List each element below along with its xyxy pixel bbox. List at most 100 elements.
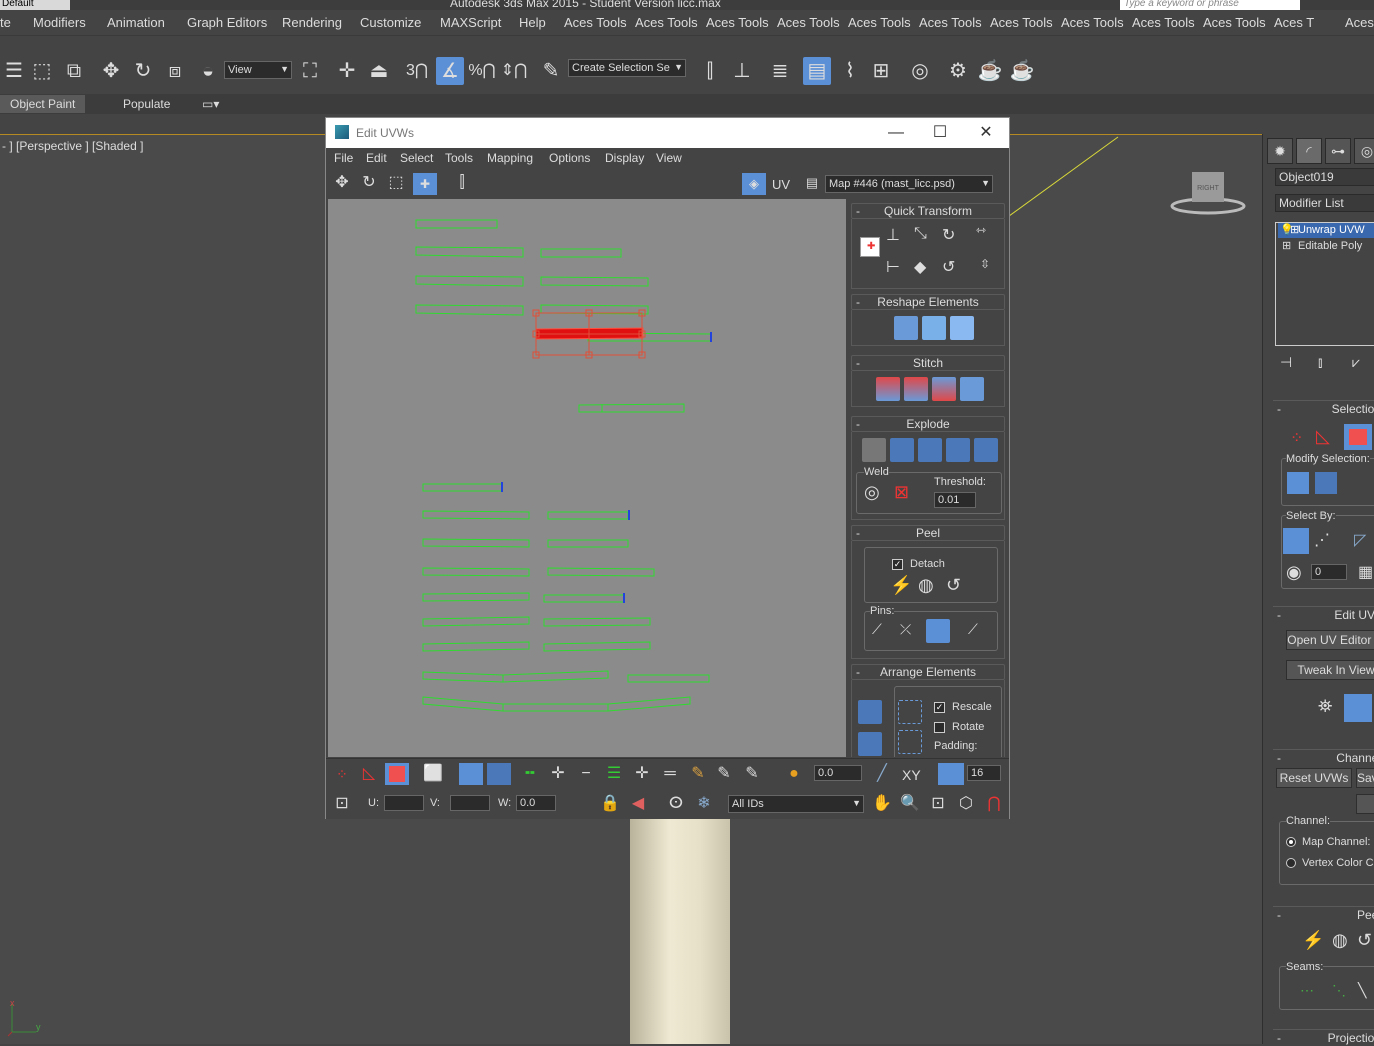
detach-checkbox[interactable]: ✓ bbox=[892, 559, 903, 570]
ring-icon[interactable]: ☰ bbox=[602, 763, 626, 785]
tab-motion[interactable]: ◎ bbox=[1354, 138, 1374, 164]
texture-map-dropdown[interactable]: Map #446 (mast_licc.psd) ▼ bbox=[825, 175, 993, 193]
align-diagonal-icon[interactable]: ⤡ bbox=[914, 225, 938, 249]
snap-icon[interactable]: ⋂ bbox=[982, 793, 1006, 815]
break-icon[interactable] bbox=[946, 438, 970, 462]
straighten-icon[interactable]: ◆ bbox=[914, 257, 938, 281]
stack-item-unwrap-uvw[interactable]: 💡 ⊞ Unwrap UVW bbox=[1278, 223, 1374, 238]
uv-menu-view[interactable]: View bbox=[656, 151, 682, 165]
quick-planar-icon[interactable]: ⛯ bbox=[1318, 696, 1332, 717]
threshold-spinner[interactable]: 0.01 bbox=[934, 492, 976, 508]
u-spinner[interactable] bbox=[384, 795, 424, 811]
peel-mode-icon[interactable]: ◍ bbox=[918, 575, 942, 599]
menu-aces-tools-6[interactable]: Aces Tools bbox=[919, 15, 982, 30]
uv-freeform-button[interactable]: ✚ bbox=[413, 173, 437, 195]
uv-menu-display[interactable]: Display bbox=[605, 151, 644, 165]
edge-sel-to-seams-icon[interactable]: ╲ bbox=[1358, 982, 1366, 999]
arrange-elements-header[interactable]: - Arrange Elements bbox=[851, 664, 1005, 680]
pan-icon[interactable]: ✋ bbox=[870, 793, 894, 815]
menu-aces-tools-7[interactable]: Aces Tools bbox=[990, 15, 1053, 30]
menu-help[interactable]: Help bbox=[519, 15, 546, 30]
edge-select-icon[interactable]: ◺ bbox=[1316, 426, 1330, 447]
menu-maxscript[interactable]: MAXScript bbox=[440, 15, 501, 30]
menu-aces-tools-8[interactable]: Aces Tools bbox=[1061, 15, 1124, 30]
rollout-selection[interactable]: -Selection bbox=[1273, 400, 1374, 416]
target-weld-icon[interactable]: ⊠ bbox=[894, 482, 918, 506]
grow-uv-button[interactable] bbox=[459, 763, 483, 785]
menu-aces-tools-4[interactable]: Aces Tools bbox=[777, 15, 840, 30]
menu-modifiers[interactable]: Modifiers bbox=[33, 15, 86, 30]
rotate-checkbox[interactable] bbox=[934, 722, 945, 733]
flatten-by-smoothing-icon[interactable] bbox=[862, 438, 886, 462]
shrink-uv-button[interactable] bbox=[487, 763, 511, 785]
brush-size-down-icon[interactable]: ✎ bbox=[740, 763, 764, 785]
menu-rendering[interactable]: Rendering bbox=[282, 15, 342, 30]
menu-aces-tools-3[interactable]: Aces Tools bbox=[706, 15, 769, 30]
uv-face-mode-button[interactable] bbox=[385, 763, 409, 785]
pack-in-place-icon[interactable] bbox=[898, 730, 922, 754]
snap-toggle-icon[interactable]: 3⋂ bbox=[403, 57, 431, 85]
shrink-loop-icon[interactable]: − bbox=[574, 763, 598, 785]
brush-size-up-icon[interactable]: ✎ bbox=[712, 763, 736, 785]
shrink-selection-icon[interactable] bbox=[1315, 472, 1337, 494]
loop-icon[interactable]: ╍ bbox=[518, 763, 542, 785]
select-edge-loop-icon[interactable]: ⋰ bbox=[1314, 530, 1330, 550]
uv-editor-titlebar[interactable]: Edit UVWs — ☐ ✕ bbox=[326, 118, 1009, 148]
angle-snap-button[interactable]: ∡ bbox=[436, 57, 464, 85]
menu-aces-tools-10[interactable]: Aces Tools bbox=[1203, 15, 1266, 30]
vertex-color-radio[interactable] bbox=[1286, 858, 1296, 868]
grow-loop-icon[interactable]: ✛ bbox=[546, 763, 570, 785]
edit-named-sel-icon[interactable]: ✎ bbox=[537, 57, 565, 85]
stitch-average-icon[interactable] bbox=[904, 377, 928, 401]
percent-snap-icon[interactable]: %⋂ bbox=[468, 57, 496, 85]
render-setup-icon[interactable]: ⚙ bbox=[944, 57, 972, 85]
relax-icon[interactable]: ↺ bbox=[1357, 930, 1372, 951]
expand-icon[interactable]: ⊞ bbox=[1282, 239, 1291, 254]
explode-header[interactable]: - Explode bbox=[851, 416, 1005, 432]
show-map-button[interactable]: ◈ bbox=[742, 173, 766, 195]
angle-spinner[interactable]: 0 bbox=[1311, 564, 1347, 580]
uv-menu-file[interactable]: File bbox=[334, 151, 353, 165]
edit-seams-icon[interactable]: ⋯ bbox=[1300, 982, 1314, 999]
absolute-offset-icon[interactable]: ⊡ bbox=[330, 793, 354, 815]
stitch-to-source-icon[interactable] bbox=[932, 377, 956, 401]
rollout-projection[interactable]: -Projection bbox=[1273, 1029, 1374, 1045]
uv-axis-label[interactable]: UV bbox=[772, 177, 790, 192]
pelt-map-icon[interactable]: ◍ bbox=[1332, 930, 1348, 951]
zoom-icon[interactable]: 🔍 bbox=[898, 793, 922, 815]
flatten-by-material-icon[interactable] bbox=[890, 438, 914, 462]
pin-icon[interactable]: ⟋ bbox=[872, 621, 896, 645]
peel-header[interactable]: - Peel bbox=[851, 525, 1005, 541]
menu-item-partial[interactable]: te bbox=[0, 15, 11, 30]
scale-icon[interactable]: ⧈ bbox=[161, 57, 189, 85]
render-icon[interactable]: ☕ bbox=[1008, 57, 1036, 85]
menu-customize[interactable]: Customize bbox=[360, 15, 421, 30]
xy-space-label[interactable]: XY bbox=[902, 767, 921, 783]
view-cube[interactable]: RIGHT bbox=[1170, 168, 1248, 218]
ref-coord-dropdown[interactable]: View ▼ bbox=[224, 61, 292, 79]
move-icon[interactable]: ✥ bbox=[97, 57, 125, 85]
vertex-select-icon[interactable]: ⁘ bbox=[1290, 428, 1303, 448]
curve-editor-icon[interactable]: ⌇ bbox=[836, 57, 864, 85]
ignore-backfacing-icon[interactable]: ◉ bbox=[1286, 562, 1302, 583]
tab-populate[interactable]: Populate bbox=[113, 95, 180, 113]
quick-transform-header[interactable]: - Quick Transform bbox=[851, 203, 1005, 219]
menu-animation[interactable]: Animation bbox=[107, 15, 165, 30]
select-grid-icon[interactable]: ▦ bbox=[1358, 562, 1373, 582]
quick-peel-icon[interactable]: ⚡ bbox=[890, 575, 914, 599]
uv-element-mode-icon[interactable]: ⬜ bbox=[421, 763, 445, 785]
uv-menu-mapping[interactable]: Mapping bbox=[487, 151, 533, 165]
v-spinner[interactable] bbox=[450, 795, 490, 811]
uv-canvas[interactable] bbox=[328, 199, 846, 757]
relax-until-flat-icon[interactable] bbox=[922, 316, 946, 340]
soft-selection-spinner[interactable]: 0.0 bbox=[814, 765, 862, 781]
uv-menu-select[interactable]: Select bbox=[400, 151, 433, 165]
maximize-icon[interactable]: ☐ bbox=[928, 122, 952, 144]
space-horizontal-icon[interactable]: ⇿ bbox=[976, 223, 1000, 247]
mast-object[interactable] bbox=[630, 816, 730, 1044]
menu-aces-tools-1[interactable]: Aces Tools bbox=[564, 15, 627, 30]
mirror-icon[interactable]: ⫿ bbox=[696, 57, 724, 85]
uv-menu-tools[interactable]: Tools bbox=[445, 151, 473, 165]
rollout-peel[interactable]: -Peel bbox=[1273, 906, 1374, 922]
keyboard-shortcut-icon[interactable]: ⏏ bbox=[365, 57, 393, 85]
